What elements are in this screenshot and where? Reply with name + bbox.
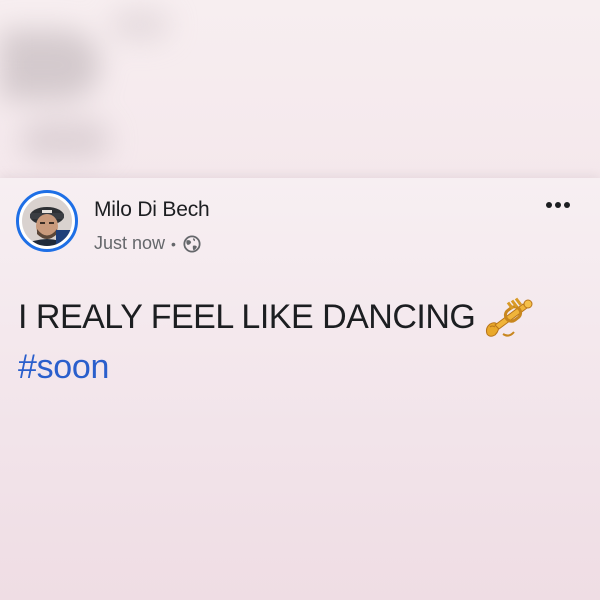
- post-card: Milo Di Bech Just now • I REALY FEEL LIK…: [0, 178, 600, 600]
- more-horizontal-icon: [546, 202, 570, 208]
- trumpet-icon: [486, 297, 533, 337]
- post-meta: Just now •: [94, 233, 201, 254]
- post-timestamp[interactable]: Just now: [94, 233, 165, 254]
- post-message-text: I REALY FEEL LIKE DANCING: [18, 297, 476, 336]
- post-message: I REALY FEEL LIKE DANCING: [18, 294, 537, 340]
- avatar[interactable]: [16, 190, 78, 252]
- avatar-photo: [22, 196, 72, 246]
- meta-separator: •: [171, 235, 176, 252]
- author-name[interactable]: Milo Di Bech: [94, 198, 210, 222]
- hashtag-link[interactable]: #soon: [18, 348, 109, 387]
- more-options-button[interactable]: [540, 196, 576, 214]
- blurred-background-content: [0, 0, 600, 180]
- globe-icon[interactable]: [183, 234, 201, 253]
